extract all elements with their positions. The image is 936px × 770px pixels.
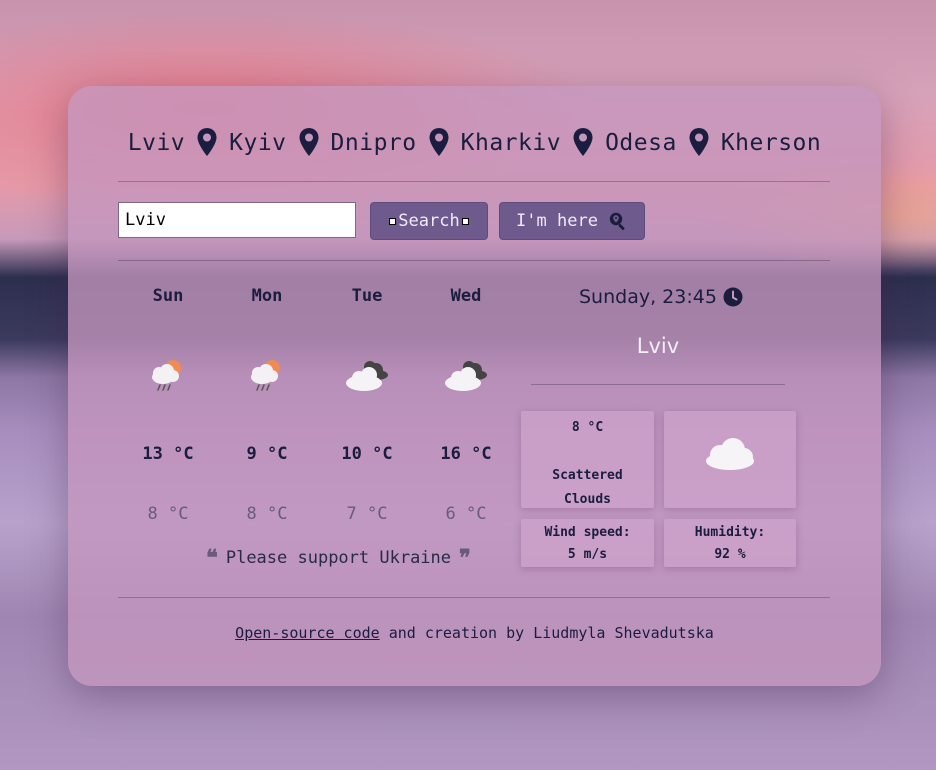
footer: Open-source code and creation by Liudmyl… [68, 624, 881, 642]
humidity-value: 92 % [714, 547, 746, 562]
city-link-kharkiv[interactable]: Kharkiv [461, 130, 561, 156]
divider [118, 181, 830, 182]
humidity-label: Humidity: [694, 525, 766, 540]
quote-open-icon: ❝ [206, 545, 218, 571]
current-location-label: I'm here [516, 211, 598, 231]
handle-left-icon [389, 217, 397, 225]
map-pin-icon [429, 128, 449, 156]
humidity-tile: Humidity: 92 % [664, 519, 796, 567]
divider [531, 384, 785, 385]
search-input[interactable] [118, 202, 356, 238]
map-pin-icon [197, 128, 217, 156]
current-temperature: 8 °C [571, 420, 604, 435]
support-message: ❝ Please support Ukraine ❞ [206, 545, 508, 571]
forecast-day: Wed [450, 286, 482, 306]
weather-description: Scattered Clouds [552, 468, 623, 507]
city-link-kyiv[interactable]: Kyiv [229, 130, 286, 156]
search-button-label: Search [398, 211, 460, 231]
wind-tile: Wind speed: 5 m/s [521, 519, 654, 567]
source-code-link[interactable]: Open-source code [235, 624, 380, 642]
current-location-button[interactable]: I'm here [499, 202, 645, 240]
forecast-low: 8 °C [246, 504, 288, 524]
dark-clouds-icon [327, 356, 407, 396]
city-shortcuts: Lviv Kyiv Dnipro Kharkiv Odesa Kherson [68, 126, 881, 160]
forecast-day: Mon [251, 286, 283, 306]
map-pin-icon [689, 128, 709, 156]
dark-clouds-icon [426, 356, 506, 396]
city-link-odesa[interactable]: Odesa [605, 130, 677, 156]
current-city: Lviv [636, 334, 680, 358]
divider [118, 260, 830, 261]
forecast-high: 10 °C [341, 444, 393, 464]
forecast-high: 13 °C [142, 444, 194, 464]
forecast-high: 16 °C [440, 444, 492, 464]
cloud-icon [706, 438, 754, 470]
location-search-icon [609, 212, 625, 231]
city-link-lviv[interactable]: Lviv [128, 130, 185, 156]
clock-icon [723, 287, 743, 307]
wind-label: Wind speed: [544, 525, 631, 540]
forecast-low: 8 °C [147, 504, 189, 524]
wind-value: 5 m/s [567, 547, 608, 562]
map-pin-icon [573, 128, 593, 156]
footer-credit: and creation by Liudmyla Shevadutska [379, 624, 714, 642]
forecast-day: Sun [152, 286, 184, 306]
map-pin-icon [299, 128, 319, 156]
rain-sun-icon [227, 356, 307, 396]
temperature-description-tile: 8 °C Scattered Clouds [521, 411, 654, 508]
weather-icon-tile [664, 411, 796, 508]
support-text: Please support Ukraine [225, 548, 452, 568]
handle-right-icon [461, 217, 469, 225]
rain-sun-icon [128, 356, 208, 396]
search-button[interactable]: Search [370, 202, 488, 240]
quote-close-icon: ❞ [459, 545, 471, 571]
divider [118, 597, 830, 598]
current-datetime: Sunday, 23:45 [579, 283, 743, 311]
datetime-text: Sunday, 23:45 [579, 286, 717, 308]
forecast-low: 6 °C [445, 504, 487, 524]
forecast-high: 9 °C [246, 444, 288, 464]
city-link-dnipro[interactable]: Dnipro [331, 130, 417, 156]
forecast-day: Tue [351, 286, 383, 306]
weather-card: Lviv Kyiv Dnipro Kharkiv Odesa Kherson S… [68, 86, 881, 686]
forecast-low: 7 °C [346, 504, 388, 524]
city-link-kherson[interactable]: Kherson [721, 130, 821, 156]
